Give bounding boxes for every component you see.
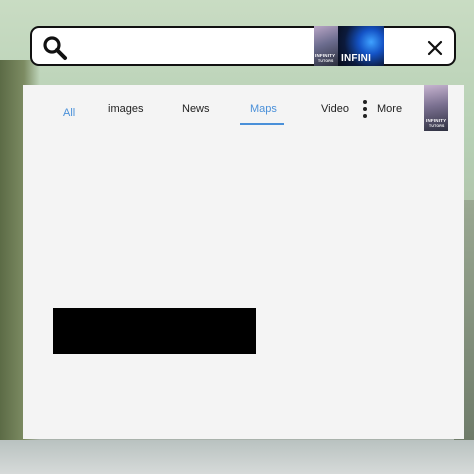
tab-images[interactable]: images [108, 103, 143, 115]
search-icon[interactable] [42, 35, 68, 61]
tab-all[interactable]: All [63, 107, 75, 119]
close-icon[interactable] [424, 37, 446, 59]
side-thumbnail[interactable]: INFINITY TUTORS [424, 85, 448, 131]
tab-video[interactable]: Video [321, 103, 349, 115]
side-thumbnail-subcaption: TUTORS [429, 124, 445, 128]
tab-more[interactable]: More [377, 103, 402, 115]
search-thumbnail-infini[interactable]: INFINI [338, 26, 384, 66]
search-bar[interactable]: INFINITY TUTORS INFINI [30, 26, 456, 66]
results-panel: All images News Maps Video More INFINITY… [23, 85, 464, 439]
side-thumbnail-caption: INFINITY [426, 118, 447, 123]
redaction-block [53, 308, 256, 354]
thumbnail-wide-text: INFINI [341, 53, 372, 64]
thumbnail-subcaption: TUTORS [318, 59, 334, 63]
thumbnail-caption: INFINITY [315, 53, 336, 58]
background-ground [0, 440, 474, 474]
search-thumbnail-infinity[interactable]: INFINITY TUTORS [314, 26, 338, 66]
more-dots-icon[interactable] [362, 100, 368, 120]
search-input[interactable] [76, 34, 310, 62]
tab-news[interactable]: News [182, 103, 210, 115]
tab-maps[interactable]: Maps [250, 103, 277, 115]
active-tab-indicator [240, 123, 284, 125]
